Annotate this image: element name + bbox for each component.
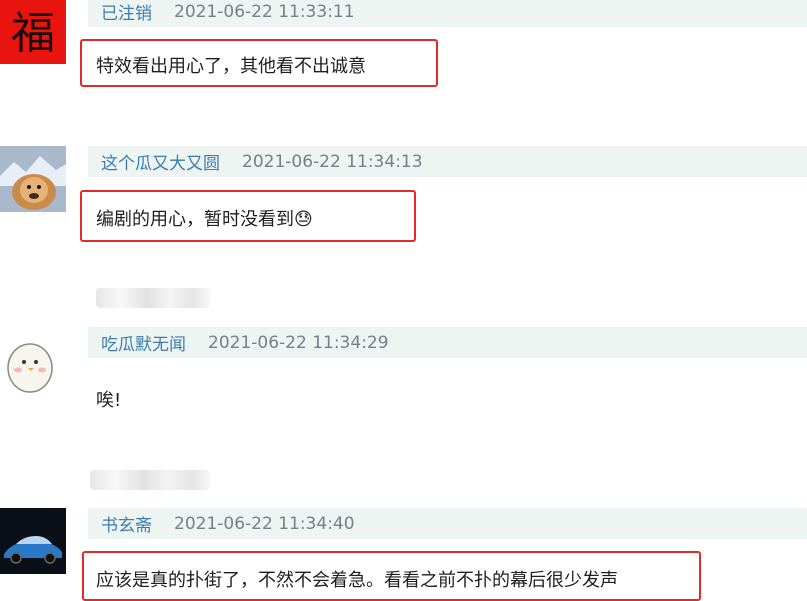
sweat-emoji-icon: 😓 [294,209,313,230]
blurred-content [90,470,210,490]
comment-text: 特效看出用心了，其他看不出诚意 [96,56,366,77]
username-link[interactable]: 吃瓜默无闻 [101,330,186,355]
comment-header: 这个瓜又大又圆 2021-06-22 11:34:13 [88,146,807,177]
puppy-avatar[interactable] [0,146,66,212]
username-link[interactable]: 这个瓜又大又圆 [101,149,220,174]
username-link[interactable]: 已注销 [101,0,152,24]
timestamp: 2021-06-22 11:34:29 [208,332,389,353]
timestamp: 2021-06-22 11:34:40 [174,513,355,534]
calligraphy-avatar[interactable]: 福 [0,0,66,64]
chick-avatar[interactable] [0,330,66,396]
timestamp: 2021-06-22 11:34:13 [242,151,423,172]
comment-text-body: 编剧的用心，暂时没看到 [96,209,294,230]
comment-text: 应该是真的扑街了，不然不会着急。看看之前不扑的幕后很少发声 [96,570,618,591]
car-avatar[interactable] [0,508,66,574]
comment-text: 编剧的用心，暂时没看到😓 [96,205,313,231]
timestamp: 2021-06-22 11:33:11 [174,1,355,22]
username-link[interactable]: 书玄斋 [101,511,152,536]
comment-text: 唉! [96,390,122,411]
comment-header: 书玄斋 2021-06-22 11:34:40 [88,508,807,539]
svg-text:福: 福 [11,8,55,59]
comment-header: 已注销 2021-06-22 11:33:11 [88,0,807,27]
blurred-content [96,288,210,308]
comment-header: 吃瓜默无闻 2021-06-22 11:34:29 [88,327,807,358]
